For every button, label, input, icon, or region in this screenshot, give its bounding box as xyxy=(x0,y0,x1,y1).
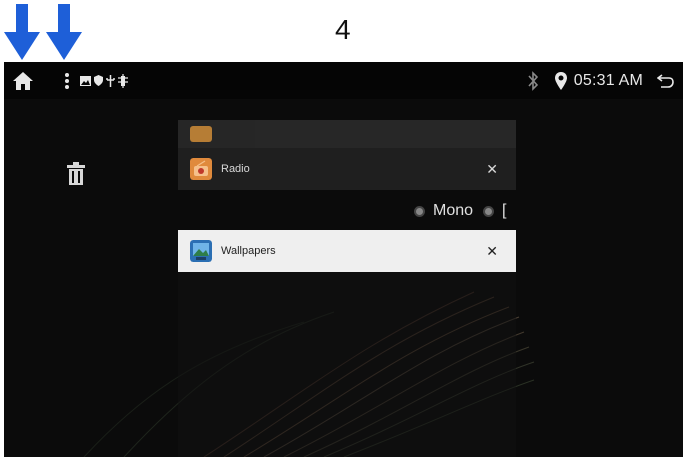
option-partial: [ xyxy=(502,202,507,219)
wallpapers-app-icon xyxy=(190,240,212,262)
back-icon[interactable] xyxy=(657,73,675,89)
recent-app-card-radio[interactable]: Radio ✕ xyxy=(178,148,516,190)
background-app-options: Mono [ xyxy=(414,202,506,220)
radio-app-icon xyxy=(190,158,212,180)
down-arrow-icon xyxy=(4,4,40,60)
close-icon[interactable]: ✕ xyxy=(486,161,498,178)
recent-app-card-behind[interactable] xyxy=(178,120,516,148)
option-mono: Mono xyxy=(433,202,474,219)
radio-button[interactable] xyxy=(414,205,425,217)
radio-button[interactable] xyxy=(483,205,495,217)
home-icon[interactable] xyxy=(12,70,34,92)
image-icon xyxy=(80,75,91,86)
card-title: Wallpapers xyxy=(221,245,276,257)
usb-icon xyxy=(106,74,115,87)
trash-icon[interactable] xyxy=(66,162,86,186)
device-screen: 05:31 AM Radio ✕ Mono [Wallpapers ✕ xyxy=(4,62,683,457)
recent-app-card-wallpapers[interactable]: Wallpapers ✕ xyxy=(178,230,516,272)
status-bar: 05:31 AM xyxy=(4,62,683,99)
card-title: Radio xyxy=(221,163,250,175)
debug-icon xyxy=(118,73,128,88)
bluetooth-icon xyxy=(528,70,538,91)
shield-icon xyxy=(94,75,103,86)
wallpapers-preview[interactable] xyxy=(178,272,516,457)
app-icon xyxy=(190,126,212,142)
down-arrow-icon xyxy=(46,4,82,60)
location-icon xyxy=(554,71,567,90)
clock: 05:31 AM xyxy=(573,71,643,89)
notification-icons xyxy=(80,73,128,88)
close-icon[interactable]: ✕ xyxy=(486,243,498,260)
overflow-menu-icon[interactable] xyxy=(64,72,70,90)
step-number: 4 xyxy=(335,14,351,45)
